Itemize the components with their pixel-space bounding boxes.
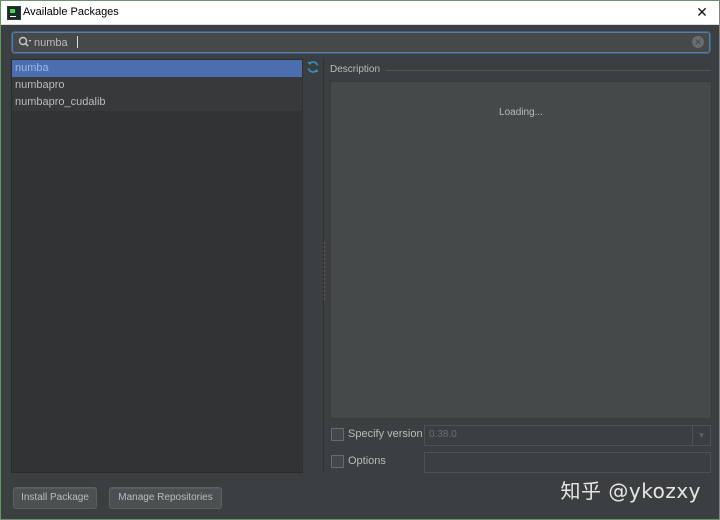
version-select[interactable]: 0.38.0 ▼: [424, 425, 711, 446]
splitter-handle[interactable]: [323, 241, 326, 301]
options-checkbox[interactable]: [331, 455, 344, 468]
pycharm-app-icon: [7, 6, 21, 20]
package-list[interactable]: numba numbapro numbapro_cudalib: [11, 59, 303, 473]
list-toolbar: [302, 59, 324, 471]
specify-version-checkbox[interactable]: [331, 428, 344, 441]
description-label: Description: [330, 64, 381, 75]
reload-list-icon[interactable]: [306, 60, 320, 74]
manage-repositories-button[interactable]: Manage Repositories: [109, 487, 222, 509]
install-package-button[interactable]: Install Package: [13, 487, 97, 509]
watermark-text: 知乎 @ykozxy: [560, 479, 701, 503]
chevron-down-icon[interactable]: ▼: [692, 426, 710, 445]
specify-version-label: Specify version: [348, 428, 423, 440]
loading-text: Loading...: [499, 107, 543, 118]
title-bar: Available Packages ✕: [1, 1, 719, 25]
window-title: Available Packages: [23, 6, 119, 18]
search-input[interactable]: [34, 34, 684, 51]
options-label: Options: [348, 455, 386, 467]
options-input[interactable]: [424, 452, 711, 473]
package-item-numbapro[interactable]: numbapro: [12, 77, 302, 94]
search-icon[interactable]: [18, 36, 32, 49]
close-button[interactable]: ✕: [685, 1, 719, 24]
available-packages-dialog: Available Packages ✕ ✕ numba numbapro nu…: [0, 0, 720, 520]
description-panel: Loading...: [330, 81, 712, 419]
clear-search-icon[interactable]: ✕: [692, 36, 704, 48]
version-value: 0.38.0: [429, 429, 457, 440]
text-cursor: [77, 36, 78, 48]
search-field[interactable]: ✕: [12, 32, 710, 53]
package-item-numbapro-cudalib[interactable]: numbapro_cudalib: [12, 94, 302, 111]
package-item-numba[interactable]: numba: [12, 60, 302, 77]
description-separator: [386, 70, 711, 71]
